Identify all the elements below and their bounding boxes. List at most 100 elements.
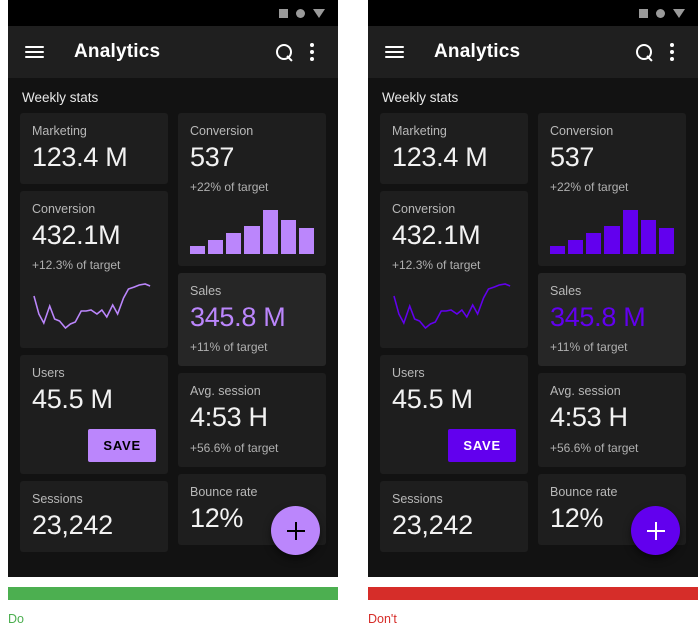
card-avg-session[interactable]: Avg. session 4:53 H +56.6% of target xyxy=(178,373,326,467)
search-icon[interactable] xyxy=(630,38,658,66)
card-subtext: +22% of target xyxy=(550,180,629,195)
bar xyxy=(568,240,584,255)
card-value: 45.5 M xyxy=(392,384,473,415)
phone-mockup-dont: Analytics Weekly stats Marketing 123.4 M xyxy=(368,0,698,577)
stats-grid: Marketing 123.4 M Conversion 432.1M +12.… xyxy=(368,113,698,552)
card-value: 4:53 H xyxy=(550,402,628,433)
card-sales[interactable]: Sales 345.8 M +11% of target xyxy=(178,273,326,367)
plus-icon xyxy=(646,521,665,540)
card-label: Marketing xyxy=(32,124,87,138)
add-fab[interactable] xyxy=(271,506,320,555)
card-value: 4:53 H xyxy=(190,402,268,433)
dont-caption: Don't xyxy=(368,612,397,626)
card-value: 45.5 M xyxy=(32,384,113,415)
card-value: 537 xyxy=(190,142,235,172)
card-conversion-count[interactable]: Conversion 537 +22% of target xyxy=(538,113,686,267)
bar xyxy=(550,246,566,255)
app-bar: Analytics xyxy=(368,26,698,78)
card-label: Sales xyxy=(550,284,582,299)
card-subtext: +56.6% of target xyxy=(190,440,279,455)
card-label: Sessions xyxy=(32,491,83,506)
dont-panel: Analytics Weekly stats Marketing 123.4 M xyxy=(368,0,698,626)
hamburger-menu-icon[interactable] xyxy=(380,38,408,66)
card-sessions[interactable]: Sessions 23,242 xyxy=(20,480,168,552)
card-value: 432.1M xyxy=(392,220,481,251)
card-users[interactable]: Users 45.5 M SAVE xyxy=(20,355,168,474)
triangle-down-icon xyxy=(313,8,325,18)
triangle-down-icon xyxy=(673,8,685,18)
bar xyxy=(190,246,206,255)
square-icon xyxy=(639,8,648,18)
left-column: Marketing 123.4 M Conversion 432.1M +12.… xyxy=(380,113,528,552)
card-value: 123.4 M xyxy=(32,142,128,172)
bar xyxy=(298,228,314,255)
card-avg-session[interactable]: Avg. session 4:53 H +56.6% of target xyxy=(538,373,686,467)
card-sessions[interactable]: Sessions 23,242 xyxy=(380,480,528,552)
status-bar xyxy=(8,0,338,26)
card-label: Sales xyxy=(190,284,222,299)
save-button[interactable]: SAVE xyxy=(448,428,516,462)
card-label: Bounce rate xyxy=(190,484,258,499)
right-column: Conversion 537 +22% of target Sales 345.… xyxy=(178,113,326,552)
line-chart xyxy=(32,280,156,336)
section-title: Weekly stats xyxy=(22,90,99,105)
bar xyxy=(604,226,620,255)
bar xyxy=(208,240,224,255)
card-marketing[interactable]: Marketing 123.4 M xyxy=(20,113,168,185)
save-button[interactable]: SAVE xyxy=(88,428,156,462)
card-subtext: +11% of target xyxy=(550,340,628,355)
card-label: Users xyxy=(392,366,425,381)
app-bar: Analytics xyxy=(8,26,338,78)
card-marketing[interactable]: Marketing 123.4 M xyxy=(380,113,528,185)
card-value: 432.1M xyxy=(32,220,121,251)
bar xyxy=(244,226,260,255)
bar-chart xyxy=(190,206,314,255)
card-label: Users xyxy=(32,366,65,381)
circle-icon xyxy=(656,8,665,18)
bar xyxy=(586,233,602,255)
card-label: Conversion xyxy=(392,202,456,217)
bar xyxy=(658,228,674,255)
page-title: Analytics xyxy=(434,41,521,62)
bar xyxy=(640,220,656,255)
card-value: 345.8 M xyxy=(550,302,646,333)
card-label: Sessions xyxy=(392,491,443,506)
card-subtext: +22% of target xyxy=(190,180,269,195)
card-conversion[interactable]: Conversion 432.1M +12.3% of target xyxy=(380,191,528,349)
phone-mockup-do: Analytics Weekly stats Marketing 123.4 M xyxy=(8,0,338,577)
card-conversion[interactable]: Conversion 432.1M +12.3% of target xyxy=(20,191,168,349)
card-label: Marketing xyxy=(392,124,447,138)
card-subtext: +12.3% of target xyxy=(32,258,121,273)
dashboard-content: Weekly stats Marketing 123.4 M Conversio… xyxy=(8,78,338,577)
card-value: 23,242 xyxy=(32,509,113,540)
search-icon[interactable] xyxy=(270,38,298,66)
hamburger-menu-icon[interactable] xyxy=(20,38,48,66)
page-title: Analytics xyxy=(74,41,161,62)
right-column: Conversion 537 +22% of target Sales 345.… xyxy=(538,113,686,552)
card-conversion-count[interactable]: Conversion 537 +22% of target xyxy=(178,113,326,267)
more-vert-icon[interactable] xyxy=(658,38,686,66)
status-bar xyxy=(368,0,698,26)
left-column: Marketing 123.4 M Conversion 432.1M +12.… xyxy=(20,113,168,552)
do-rule xyxy=(8,587,338,600)
dashboard-content: Weekly stats Marketing 123.4 M Conversio… xyxy=(368,78,698,577)
card-subtext: +12.3% of target xyxy=(392,258,481,273)
plus-icon xyxy=(286,521,305,540)
card-sales[interactable]: Sales 345.8 M +11% of target xyxy=(538,273,686,367)
more-vert-icon[interactable] xyxy=(298,38,326,66)
card-value: 123.4 M xyxy=(392,142,488,172)
card-label: Avg. session xyxy=(190,384,261,399)
card-subtext: +56.6% of target xyxy=(550,440,639,455)
dont-rule xyxy=(368,587,698,600)
card-label: Conversion xyxy=(32,202,96,217)
card-users[interactable]: Users 45.5 M SAVE xyxy=(380,355,528,474)
line-chart xyxy=(392,280,516,336)
card-subtext: +11% of target xyxy=(190,340,268,355)
add-fab[interactable] xyxy=(631,506,680,555)
circle-icon xyxy=(296,8,305,18)
card-value: 537 xyxy=(550,142,595,172)
bar xyxy=(226,233,242,255)
do-dont-comparison: Analytics Weekly stats Marketing 123.4 M xyxy=(0,0,698,640)
card-label: Conversion xyxy=(190,124,254,138)
square-icon xyxy=(279,8,288,18)
